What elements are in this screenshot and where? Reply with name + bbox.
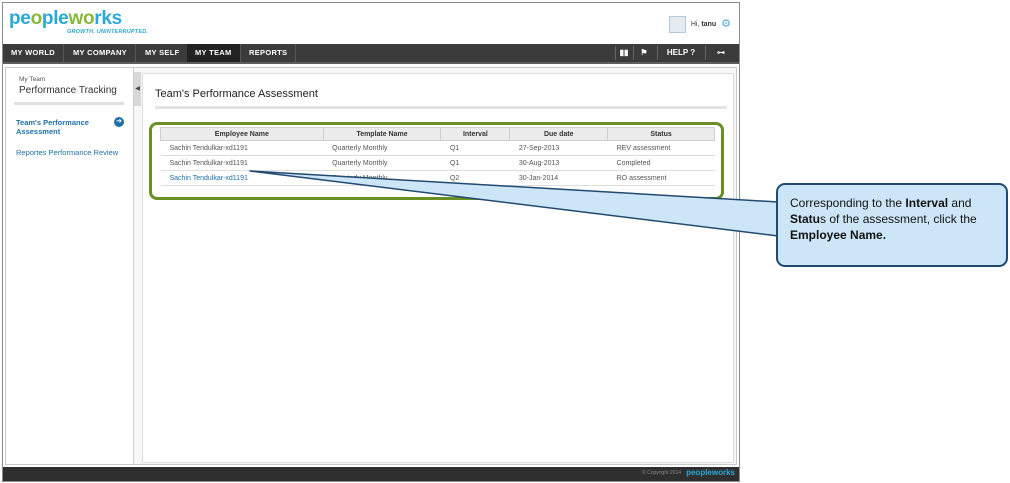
- nav-my-team[interactable]: MY TEAM: [187, 44, 241, 62]
- template-name-cell: Quarterly Monthly: [323, 155, 441, 171]
- col-interval[interactable]: Interval: [440, 127, 511, 141]
- user-greeting: Hi, tanu: [690, 20, 717, 28]
- table-row: Sachin Tendulkar-xd1191 Quarterly Monthl…: [160, 155, 715, 171]
- sidebar: My Team Performance Tracking Team's Perf…: [6, 68, 134, 464]
- col-due-date[interactable]: Due date: [509, 127, 609, 141]
- status-cell: RO assessment: [607, 170, 715, 186]
- instruction-callout: Corresponding to the Interval and Status…: [776, 183, 1008, 267]
- employee-name-cell[interactable]: Sachin Tendulkar-xd1191: [160, 155, 324, 171]
- interval-cell: Q1: [440, 155, 510, 171]
- sidebar-divider: [14, 102, 124, 105]
- nav-divider: [705, 46, 706, 60]
- nav-divider: [633, 46, 634, 60]
- main-nav: MY WORLD MY COMPANY MY SELF MY TEAM REPO…: [3, 44, 739, 64]
- book-icon[interactable]: ▮▮: [617, 44, 631, 62]
- col-employee-name[interactable]: Employee Name: [160, 127, 324, 141]
- template-name-cell: Quarterly Monthly: [323, 140, 441, 156]
- sidebar-title: Performance Tracking: [19, 85, 117, 96]
- interval-cell: Q1: [440, 140, 510, 156]
- help-icon: ?: [690, 48, 696, 57]
- table-row: Sachin Tendulkar-xd1191 Quarterly Monthl…: [160, 170, 715, 186]
- help-button[interactable]: HELP ?: [661, 44, 701, 62]
- status-cell: Completed: [607, 155, 715, 171]
- sidebar-item-teams-performance-assessment[interactable]: Team's Performance Assessment: [16, 118, 106, 136]
- user-menu: Hi, tanu ⚙: [668, 14, 731, 34]
- nav-reports[interactable]: REPORTS: [241, 44, 297, 62]
- sitemap-icon[interactable]: ⊶: [709, 44, 733, 62]
- gear-icon[interactable]: ⚙: [721, 18, 731, 30]
- app-window: peopleworks GROWTH. UNINTERRUPTED. Hi, t…: [2, 2, 740, 482]
- footer: © Copyright 2014 peopleworks: [3, 467, 739, 481]
- due-date-cell: 30-Jan-2014: [509, 170, 608, 186]
- sidebar-item-reportes-performance-review[interactable]: Reportes Performance Review: [16, 148, 118, 157]
- template-name-cell: Quarterly Monthly: [323, 170, 441, 186]
- content-area: My Team Performance Tracking Team's Perf…: [5, 67, 737, 465]
- employee-name-link[interactable]: Sachin Tendulkar-xd1191: [160, 170, 324, 186]
- table-header-row: Employee Name Template Name Interval Due…: [160, 127, 715, 141]
- sidebar-collapse-handle[interactable]: ◀: [134, 72, 141, 106]
- table-highlight: Employee Name Template Name Interval Due…: [149, 122, 724, 200]
- peopleworks-logo[interactable]: peopleworks GROWTH. UNINTERRUPTED.: [9, 9, 159, 41]
- logo-wordmark: peopleworks: [9, 8, 122, 29]
- assessment-table: Employee Name Template Name Interval Due…: [160, 127, 715, 186]
- arrow-right-icon: ➜: [114, 117, 124, 127]
- flag-icon[interactable]: ⚑: [635, 44, 653, 62]
- logo-tagline: GROWTH. UNINTERRUPTED.: [67, 29, 149, 35]
- due-date-cell: 30-Aug-2013: [509, 155, 608, 171]
- col-status[interactable]: Status: [607, 127, 715, 141]
- top-bar: peopleworks GROWTH. UNINTERRUPTED. Hi, t…: [3, 3, 739, 43]
- table-row: Sachin Tendulkar-xd1191 Quarterly Monthl…: [160, 140, 715, 156]
- main-panel: Team's Performance Assessment Employee N…: [142, 73, 734, 463]
- footer-logo: peopleworks: [686, 468, 735, 477]
- nav-my-self[interactable]: MY SELF: [137, 44, 189, 62]
- employee-name-cell[interactable]: Sachin Tendulkar-xd1191: [160, 140, 324, 156]
- nav-divider: [657, 46, 658, 60]
- sidebar-section-label: My Team: [19, 76, 46, 83]
- nav-my-company[interactable]: MY COMPANY: [65, 44, 136, 62]
- due-date-cell: 27-Sep-2013: [509, 140, 608, 156]
- interval-cell: Q2: [440, 170, 510, 186]
- page-title: Team's Performance Assessment: [155, 88, 318, 100]
- title-divider: [155, 106, 727, 109]
- copyright-text: © Copyright 2014: [642, 470, 681, 476]
- avatar[interactable]: [668, 15, 686, 33]
- nav-divider: [615, 46, 616, 60]
- status-cell: REV assessment: [607, 140, 715, 156]
- col-template-name[interactable]: Template Name: [322, 127, 442, 141]
- nav-my-world[interactable]: MY WORLD: [3, 44, 64, 62]
